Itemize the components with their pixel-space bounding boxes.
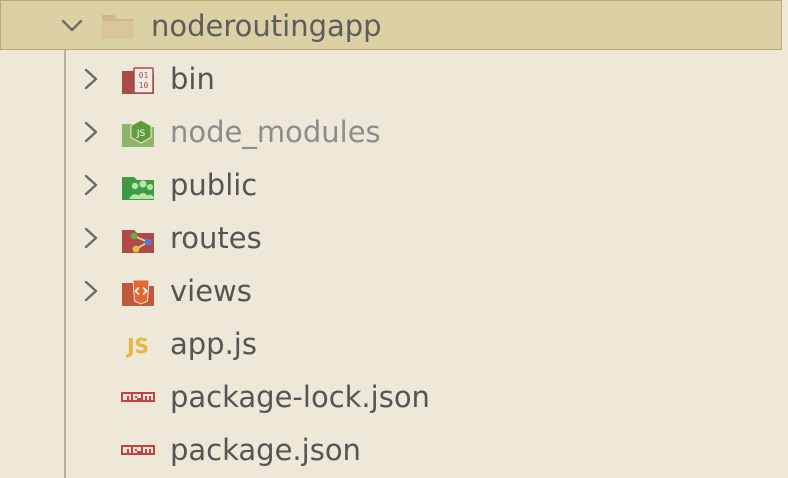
tree-item-label: bin: [170, 62, 215, 96]
tree-item-views[interactable]: views: [0, 265, 782, 318]
folder-icon: [102, 15, 134, 39]
svg-text:JS: JS: [125, 334, 149, 358]
chevron-right-icon[interactable]: [79, 225, 103, 251]
tree-item-bin[interactable]: 01 10 bin: [0, 53, 782, 106]
folder-views-icon: [122, 279, 154, 306]
tree-item-label: package-lock.json: [170, 380, 430, 414]
svg-text:10: 10: [139, 81, 149, 90]
svg-text:01: 01: [139, 71, 149, 80]
folder-routes-icon: [122, 230, 154, 253]
tree-root-noderoutingapp[interactable]: noderoutingapp: [0, 0, 782, 50]
chevron-right-icon[interactable]: [79, 119, 103, 145]
tree-item-package-lock-json[interactable]: package-lock.json: [0, 371, 782, 424]
tree-item-routes[interactable]: routes: [0, 212, 782, 265]
tree-item-label: app.js: [170, 327, 257, 361]
tree-item-label: public: [170, 168, 258, 202]
chevron-down-icon[interactable]: [59, 13, 85, 39]
folder-bin-icon: 01 10: [122, 67, 154, 94]
tree-item-public[interactable]: public: [0, 159, 782, 212]
tree-item-package-json[interactable]: package.json: [0, 424, 782, 477]
folder-public-icon: [122, 177, 155, 200]
chevron-right-icon[interactable]: [79, 172, 103, 198]
chevron-right-icon[interactable]: [79, 66, 103, 92]
chevron-right-icon[interactable]: [79, 278, 103, 304]
tree-item-node-modules[interactable]: JS node_modules: [0, 106, 782, 159]
tree-item-app-js[interactable]: JS app.js: [0, 318, 782, 371]
tree-item-label: routes: [170, 221, 262, 255]
tree-item-label: package.json: [170, 433, 361, 467]
file-explorer-tree: noderoutingapp 01 10 bin JS node_modules: [0, 0, 788, 478]
javascript-icon: JS: [125, 334, 149, 358]
svg-text:JS: JS: [136, 129, 146, 139]
folder-node-icon: JS: [122, 119, 154, 147]
tree-item-label: views: [170, 274, 252, 308]
root-folder-label: noderoutingapp: [151, 9, 382, 43]
tree-item-label: node_modules: [170, 115, 381, 149]
npm-icon: [121, 445, 155, 455]
npm-icon: [121, 392, 155, 402]
